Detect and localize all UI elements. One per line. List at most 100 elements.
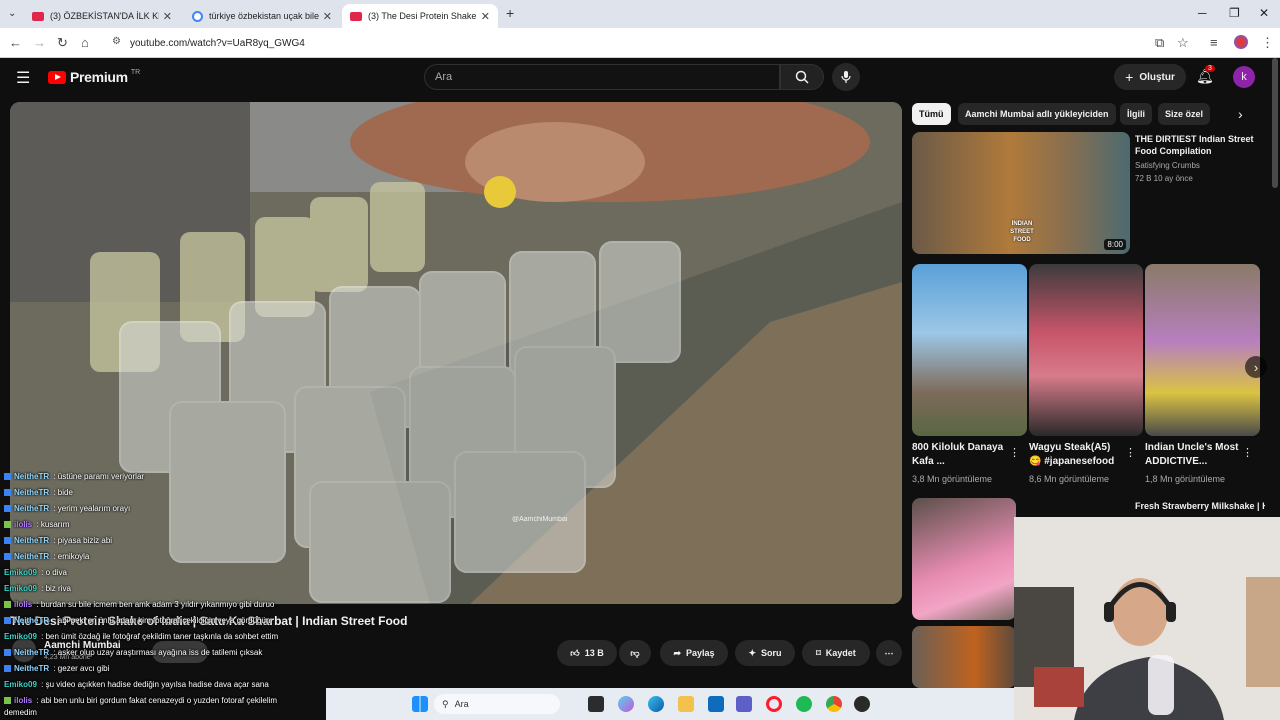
ask-button[interactable]: ✦ Soru xyxy=(735,640,795,666)
chrome-icon[interactable] xyxy=(826,696,842,712)
opera-icon[interactable] xyxy=(766,696,782,712)
search-input[interactable]: Ara xyxy=(424,64,780,90)
share-button[interactable]: ➦ Paylaş xyxy=(660,640,728,666)
chat-message: ilolis : burdan su bile icmem ben amk ad… xyxy=(4,600,274,609)
close-tab-icon[interactable]: ✕ xyxy=(163,10,172,23)
tab-ozbekistan[interactable]: (3) ÖZBEKİSTAN'DA İLK KEZ AT... ✕ xyxy=(24,4,180,28)
stream-chat-overlay: NeitheTR : üstüne paramı veriyorlar Neit… xyxy=(0,470,330,720)
youtube-header: ☰ Premium TR Ara + Oluştur 🔔︎ 3 k xyxy=(0,58,1280,98)
reload-icon[interactable]: ↻ xyxy=(57,35,68,51)
obs-icon[interactable] xyxy=(854,696,870,712)
chat-badge-icon xyxy=(4,601,11,609)
new-tab-button[interactable]: + xyxy=(506,5,514,21)
dislike-button[interactable]: 👎︎ xyxy=(619,640,651,666)
teams-icon[interactable] xyxy=(736,696,752,712)
forward-icon[interactable]: → xyxy=(33,35,46,50)
short-thumbnail-bull[interactable] xyxy=(912,264,1027,436)
profile-avatar-icon[interactable] xyxy=(1234,35,1248,49)
taskbar-search[interactable]: ⚲ Ara xyxy=(434,694,560,714)
notifications-button[interactable]: 🔔︎ 3 xyxy=(1196,65,1215,86)
close-tab-icon[interactable]: ✕ xyxy=(481,10,490,23)
google-favicon-icon xyxy=(192,10,203,22)
spotify-icon[interactable] xyxy=(796,696,812,712)
create-button[interactable]: + Oluştur xyxy=(1114,64,1186,90)
site-info-icon[interactable]: ⚙ xyxy=(112,36,121,47)
search-button[interactable] xyxy=(780,64,824,90)
more-actions-button[interactable]: ⋯ xyxy=(876,640,902,666)
thumbs-down-icon: 👎︎ xyxy=(630,647,640,658)
chat-message: Emiko09 : ben ümit özdağ ile fotoğraf çe… xyxy=(4,632,279,641)
short-title[interactable]: Wagyu Steak(A5) 😋 #japanesefood xyxy=(1029,441,1125,469)
chat-message: NeitheTR : yerim yealarım orayı xyxy=(4,504,130,513)
short-views: 1,8 Mn görüntüleme xyxy=(1145,474,1226,484)
browser-menu-icon[interactable]: ⋮ xyxy=(1261,35,1274,51)
microphone-icon xyxy=(841,71,851,83)
chip-related[interactable]: İlgili xyxy=(1120,103,1152,125)
copilot-icon[interactable] xyxy=(618,696,634,712)
hamburger-menu-icon[interactable]: ☰ xyxy=(16,68,30,88)
home-icon[interactable]: ⌂ xyxy=(81,35,89,50)
voice-search-button[interactable] xyxy=(832,63,860,91)
recommendation-title[interactable]: Fresh Strawberry Milkshake | How to Make… xyxy=(1135,500,1265,514)
minimize-icon[interactable]: ─ xyxy=(1198,6,1207,20)
youtube-logo[interactable]: Premium TR xyxy=(48,69,140,85)
restore-icon[interactable]: ❐ xyxy=(1229,6,1240,20)
thumbs-up-icon: 👍︎ xyxy=(570,647,580,658)
chip-for-you[interactable]: Size özel xyxy=(1158,103,1211,125)
chat-message: ilolis : kusarım xyxy=(4,520,69,529)
chat-badge-icon xyxy=(4,553,11,561)
tab-ucak-bileti[interactable]: türkiye özbekistan uçak bileti - ... ✕ xyxy=(184,4,340,28)
tab-desi-protein[interactable]: (3) The Desi Protein Shake of In... ✕ xyxy=(342,4,498,28)
taskbar-search-placeholder: Ara xyxy=(454,699,469,709)
video-watermark: @AamchiMumbai xyxy=(512,516,568,523)
short-thumbnail-wagyu[interactable] xyxy=(1029,264,1143,436)
chat-message: NeitheTR : asker olup uzay araştırması a… xyxy=(4,648,262,657)
close-tab-icon[interactable]: ✕ xyxy=(323,10,332,23)
task-view-icon[interactable] xyxy=(588,696,604,712)
media-control-icon[interactable]: ≡ xyxy=(1210,35,1218,50)
chat-message: Emiko09 : o diva xyxy=(4,568,67,577)
chip-from-uploader[interactable]: Aamchi Mumbai adlı yükleyiciden xyxy=(958,103,1116,125)
short-more-icon[interactable]: ⋮ xyxy=(1009,446,1020,459)
recommendation-title[interactable]: THE DIRTIEST Indian Street Food Compilat… xyxy=(1135,133,1265,157)
video-duration: 8:00 xyxy=(1104,239,1126,250)
address-bar[interactable]: ⚙ youtube.com/watch?v=UaR8yq_GWG4 xyxy=(104,32,1204,54)
chips-next-icon[interactable]: › xyxy=(1238,106,1243,122)
close-window-icon[interactable]: ✕ xyxy=(1259,6,1269,20)
recommendation-meta: 72 B 10 ay önce xyxy=(1135,174,1193,183)
url-text: youtube.com/watch?v=UaR8yq_GWG4 xyxy=(130,37,305,49)
short-more-icon[interactable]: ⋮ xyxy=(1242,446,1253,459)
short-more-icon[interactable]: ⋮ xyxy=(1125,446,1136,459)
save-button[interactable]: ⌑ Kaydet xyxy=(802,640,870,666)
search-icon xyxy=(795,70,809,84)
short-views: 8,6 Mn görüntüleme xyxy=(1029,474,1110,484)
account-avatar[interactable]: k xyxy=(1233,66,1255,88)
chat-badge-icon xyxy=(4,537,11,545)
tab-search-icon[interactable]: ⌄ xyxy=(8,8,16,19)
chat-badge-icon xyxy=(4,617,11,625)
chat-message: NeitheTR : bide xyxy=(4,488,73,497)
short-thumbnail-uncle[interactable] xyxy=(1145,264,1260,436)
edge-icon[interactable] xyxy=(648,696,664,712)
file-explorer-icon[interactable] xyxy=(678,696,694,712)
short-title[interactable]: 800 Kiloluk Danaya Kafa ... xyxy=(912,441,1008,469)
browser-tab-strip: ⌄ (3) ÖZBEKİSTAN'DA İLK KEZ AT... ✕ türk… xyxy=(0,0,1280,28)
windows-start-icon[interactable] xyxy=(412,696,428,712)
recommendation-thumbnail[interactable] xyxy=(912,498,1016,620)
chat-badge-icon xyxy=(4,473,11,481)
like-button[interactable]: 👍︎ 13 B xyxy=(557,640,617,666)
chip-all[interactable]: Tümü xyxy=(912,103,951,125)
install-app-icon[interactable]: ⧉ xyxy=(1155,35,1164,51)
page-scrollbar[interactable] xyxy=(1272,58,1278,188)
recommendation-thumbnail[interactable]: INDIAN STREET FOOD 8:00 xyxy=(912,132,1130,254)
short-title[interactable]: Indian Uncle's Most ADDICTIVE... xyxy=(1145,441,1241,469)
bookmark-star-icon[interactable]: ☆ xyxy=(1177,35,1189,51)
back-icon[interactable]: ← xyxy=(9,35,22,50)
shorts-next-icon[interactable]: › xyxy=(1245,356,1267,378)
youtube-favicon-icon xyxy=(350,11,362,21)
short-views: 3,8 Mn görüntüleme xyxy=(912,474,993,484)
outlook-icon[interactable] xyxy=(708,696,724,712)
recommendation-thumbnail[interactable] xyxy=(912,626,1016,688)
ask-label: Soru xyxy=(761,648,782,658)
chat-message: NeitheTR : emikoyla xyxy=(4,552,89,561)
